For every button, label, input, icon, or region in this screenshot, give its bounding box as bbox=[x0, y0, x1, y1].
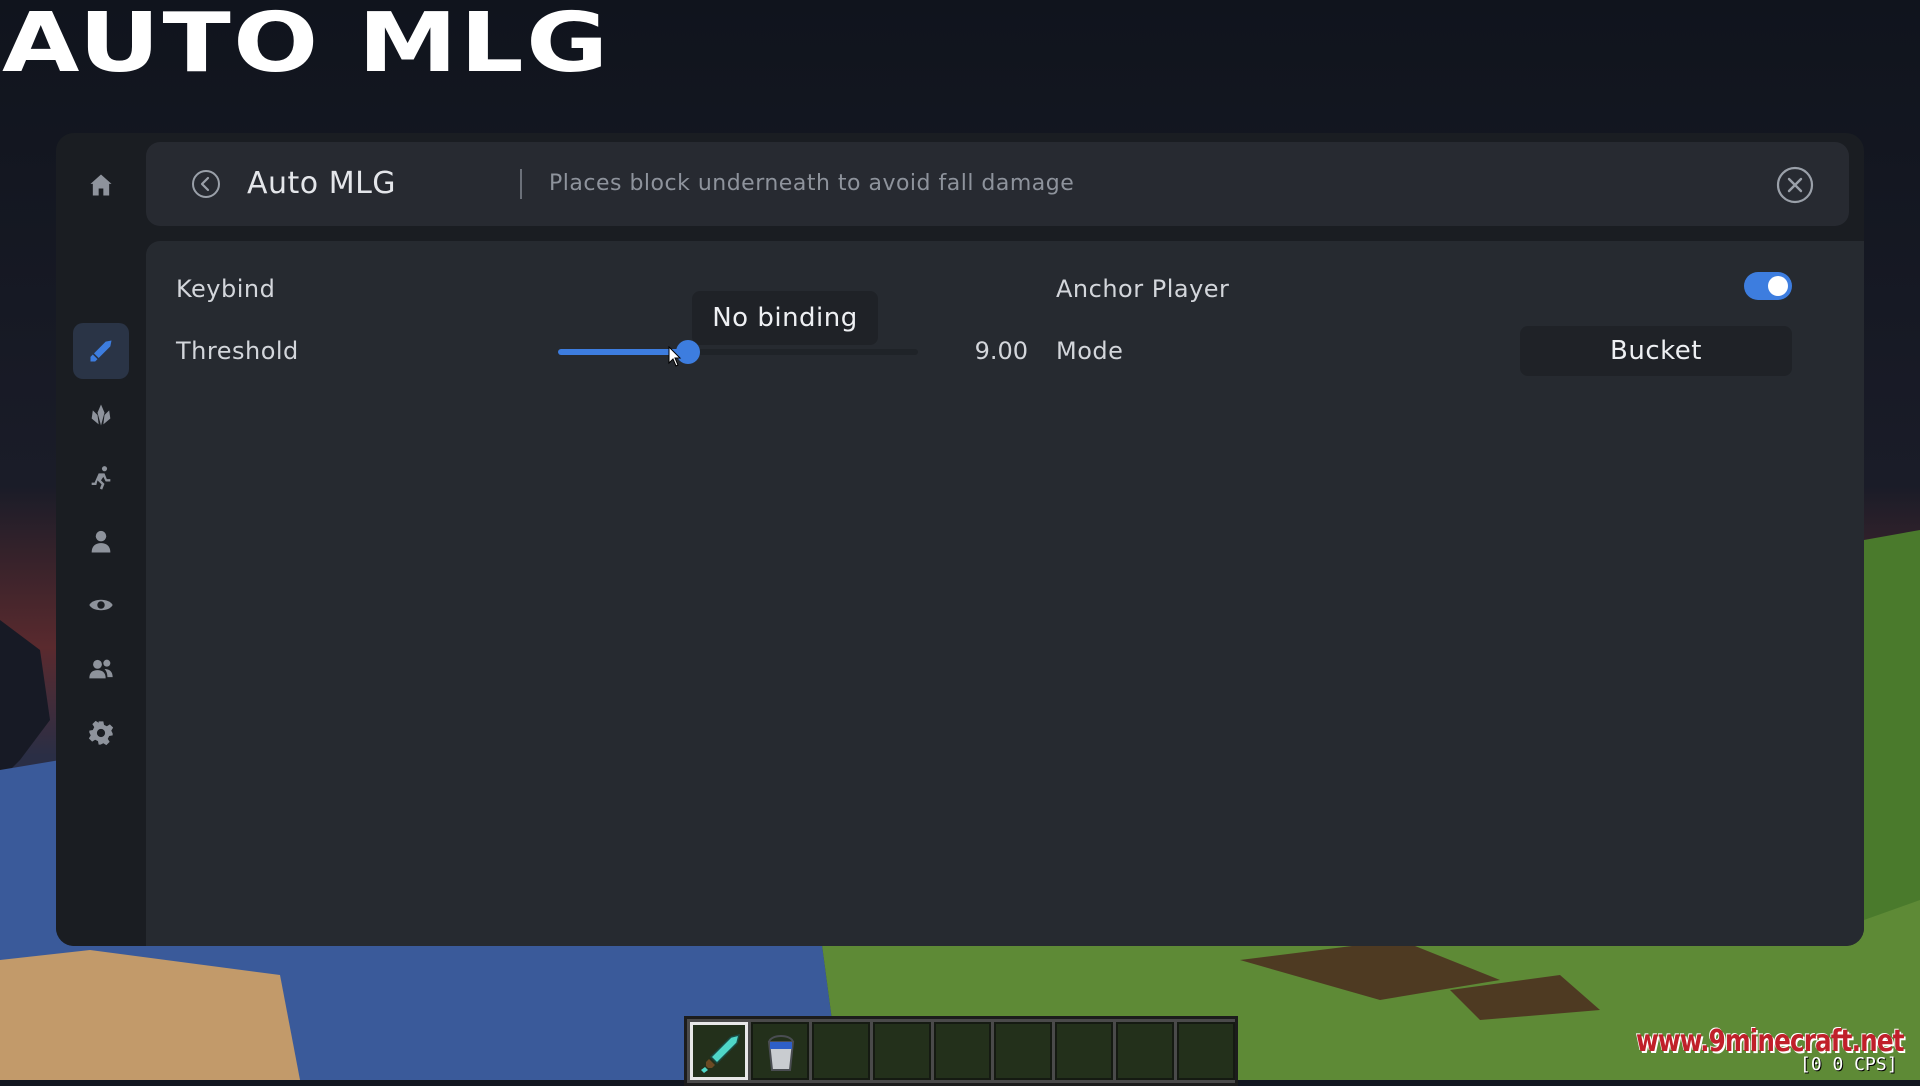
hotbar-slot[interactable] bbox=[690, 1022, 748, 1080]
hotbar-slot[interactable] bbox=[1116, 1022, 1175, 1080]
keybind-button[interactable]: No binding bbox=[692, 291, 878, 345]
module-title: Auto MLG bbox=[247, 166, 397, 201]
click-gui-panel: Auto MLG Places block underneath to avoi… bbox=[56, 133, 1864, 946]
user-icon bbox=[91, 530, 111, 553]
module-description: Places block underneath to avoid fall da… bbox=[549, 171, 1075, 196]
eye-icon bbox=[89, 599, 113, 611]
threshold-value: 9.00 bbox=[974, 337, 1028, 365]
diamond-sword-icon bbox=[701, 1033, 741, 1073]
hotbar bbox=[684, 1016, 1238, 1086]
running-icon bbox=[91, 466, 111, 490]
users-icon bbox=[89, 659, 113, 679]
hotbar-slot[interactable] bbox=[811, 1022, 870, 1080]
mode-select[interactable]: Bucket bbox=[1520, 326, 1792, 376]
threshold-slider[interactable] bbox=[558, 340, 918, 364]
home-icon bbox=[90, 174, 112, 196]
sidebar-item-world[interactable] bbox=[73, 387, 129, 443]
hotbar-slot[interactable] bbox=[1055, 1022, 1114, 1080]
sidebar-item-settings[interactable] bbox=[73, 705, 129, 761]
water-bucket-icon bbox=[767, 1035, 795, 1071]
sidebar-item-friends[interactable] bbox=[73, 641, 129, 697]
fps-counter: [0 0 CPS] bbox=[1800, 1054, 1898, 1075]
sidebar-item-player[interactable] bbox=[73, 514, 129, 570]
sidebar-item-render[interactable] bbox=[73, 577, 129, 633]
mode-label: Mode bbox=[1056, 337, 1124, 365]
overlay-title: AUTO MLG bbox=[2, 0, 611, 91]
crystal-icon bbox=[91, 404, 111, 426]
sidebar bbox=[56, 133, 146, 946]
sidebar-item-combat[interactable] bbox=[73, 323, 129, 379]
sword-icon bbox=[90, 340, 112, 362]
keybind-label: Keybind bbox=[176, 275, 276, 303]
header-divider bbox=[520, 169, 522, 199]
close-icon[interactable] bbox=[1776, 166, 1814, 204]
hotbar-slot[interactable] bbox=[933, 1022, 992, 1080]
hotbar-slot[interactable] bbox=[750, 1022, 809, 1080]
hotbar-slot[interactable] bbox=[1177, 1022, 1236, 1080]
toggle-knob bbox=[1768, 276, 1788, 296]
anchor-player-label: Anchor Player bbox=[1056, 275, 1230, 303]
sidebar-item-home[interactable] bbox=[73, 157, 129, 213]
threshold-label: Threshold bbox=[176, 337, 299, 365]
sidebar-item-movement[interactable] bbox=[73, 450, 129, 506]
mouse-cursor-icon bbox=[668, 346, 682, 367]
gear-icon bbox=[88, 720, 114, 746]
back-arrow-icon[interactable] bbox=[191, 169, 221, 199]
module-header: Auto MLG Places block underneath to avoi… bbox=[146, 142, 1849, 226]
anchor-player-toggle[interactable] bbox=[1744, 272, 1792, 300]
hotbar-slot[interactable] bbox=[994, 1022, 1053, 1080]
hotbar-slot[interactable] bbox=[872, 1022, 931, 1080]
